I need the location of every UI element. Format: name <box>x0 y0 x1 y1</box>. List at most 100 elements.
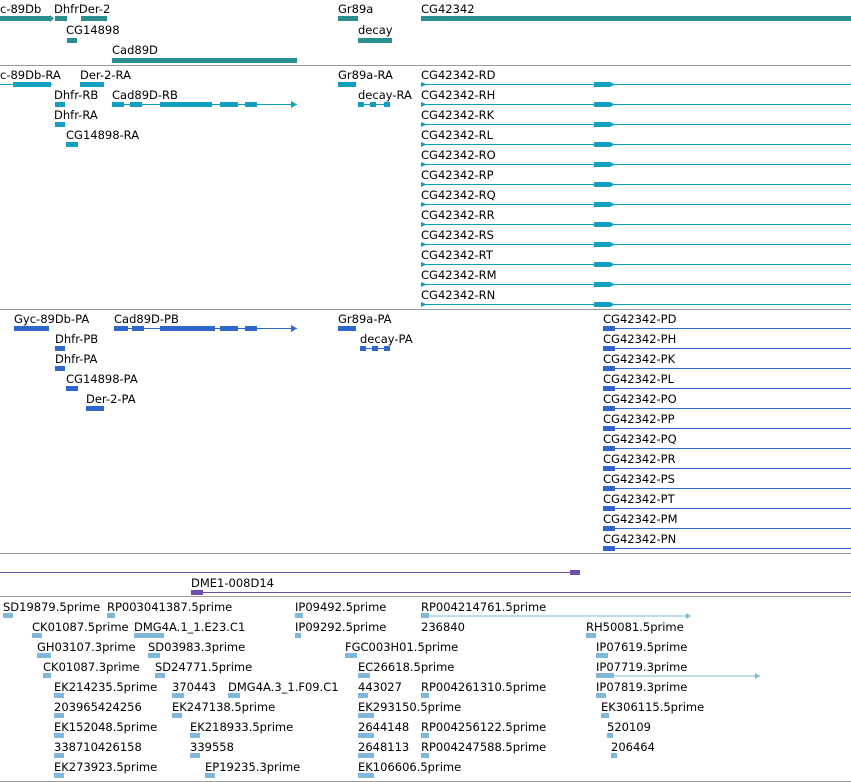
isoform-pa-exon[interactable] <box>603 526 615 531</box>
transcript-label[interactable]: CG42342-PO <box>603 392 677 406</box>
transcript-label[interactable]: Cad89D-RB <box>112 88 178 102</box>
transcript-label[interactable]: Dhfr-PA <box>55 352 97 366</box>
isoform-pa-exon[interactable] <box>603 446 615 451</box>
transcript-label[interactable]: CG42342-PS <box>603 472 675 486</box>
est-label[interactable]: RH50081.5prime <box>586 620 684 634</box>
isoform-pa-exon[interactable] <box>603 546 615 551</box>
gene-bar[interactable] <box>55 16 67 21</box>
gene-label[interactable]: decay <box>358 23 393 37</box>
isoform-ra-exon[interactable] <box>594 122 610 127</box>
est-label[interactable]: IP07719.3prime <box>596 660 687 674</box>
isoform-pa-exon[interactable] <box>603 506 615 511</box>
est-label[interactable]: RP004256122.5prime <box>421 720 546 734</box>
est-label[interactable]: EK306115.5prime <box>601 700 704 714</box>
est-label[interactable]: EK214235.5prime <box>54 680 157 694</box>
est-label[interactable]: EK218933.5prime <box>190 720 293 734</box>
est-label[interactable]: 370443 <box>172 680 216 694</box>
transcript-label[interactable]: CG42342-RD <box>421 68 496 82</box>
isoform-pa-exon[interactable] <box>603 346 615 351</box>
est-label[interactable]: IP09492.5prime <box>295 600 386 614</box>
isoform-ra-exon[interactable] <box>421 142 427 147</box>
transcript-label[interactable]: CG42342-RS <box>421 228 494 242</box>
est-label[interactable]: EK152048.5prime <box>54 720 157 734</box>
isoform-ra-exon[interactable] <box>421 82 427 87</box>
isoform-pa-exon[interactable] <box>603 466 615 471</box>
isoform-ra-exon[interactable] <box>594 142 610 147</box>
est-label[interactable]: 339558 <box>190 740 234 754</box>
isoform-ra-exon[interactable] <box>421 102 427 107</box>
isoform-ra-exon[interactable] <box>610 242 615 247</box>
est-label[interactable]: RP004247588.5prime <box>421 740 546 754</box>
est-label[interactable]: SD24771.5prime <box>155 660 252 674</box>
transcript-label[interactable]: Der-2-PA <box>86 392 136 406</box>
transcript-label[interactable]: c-89Db-RA <box>0 68 61 82</box>
clone-label[interactable]: DME1-008D14 <box>191 576 274 590</box>
transcript-label[interactable]: CG14898-RA <box>66 128 139 142</box>
isoform-ra-exon[interactable] <box>610 262 615 267</box>
transcript-label[interactable]: CG42342-RQ <box>421 188 496 202</box>
est-label[interactable]: FGC003H01.5prime <box>345 640 458 654</box>
est-label[interactable]: EK293150.5prime <box>358 700 461 714</box>
transcript-label[interactable]: CG42342-RO <box>421 148 496 162</box>
isoform-ra-exon[interactable] <box>421 302 427 307</box>
isoform-pa-exon[interactable] <box>603 326 615 331</box>
est-label[interactable]: 338710426158 <box>54 740 142 754</box>
isoform-pa-exon[interactable] <box>603 366 615 371</box>
transcript-label[interactable]: CG42342-RK <box>421 108 494 122</box>
isoform-ra-exon[interactable] <box>594 102 610 107</box>
transcript-label[interactable]: CG14898-PA <box>66 372 138 386</box>
gene-bar[interactable] <box>0 16 50 21</box>
transcript-label[interactable]: CG42342-RT <box>421 248 493 262</box>
gene-bar[interactable] <box>112 58 297 63</box>
transcript-label[interactable]: Gyc-89Db-PA <box>14 312 89 326</box>
isoform-ra-exon[interactable] <box>421 242 427 247</box>
transcript-label[interactable]: CG42342-PM <box>603 512 678 526</box>
isoform-ra-exon[interactable] <box>610 282 615 287</box>
transcript-label[interactable]: Der-2-RA <box>80 68 131 82</box>
isoform-pa-exon[interactable] <box>603 486 615 491</box>
est-label[interactable]: EC26618.5prime <box>358 660 454 674</box>
transcript-label[interactable]: decay-PA <box>360 332 413 346</box>
est-label[interactable]: 203965424256 <box>54 700 142 714</box>
transcript-label[interactable]: CG42342-PL <box>603 372 674 386</box>
isoform-ra-exon[interactable] <box>610 82 615 87</box>
isoform-ra-exon[interactable] <box>594 282 610 287</box>
isoform-ra-exon[interactable] <box>610 302 615 307</box>
est-label[interactable]: DMG4A.1_1.E23.C1 <box>134 620 245 634</box>
isoform-ra-exon[interactable] <box>421 282 427 287</box>
est-label[interactable]: 236840 <box>421 620 465 634</box>
isoform-ra-exon[interactable] <box>421 182 427 187</box>
est-label[interactable]: 2644148 <box>358 720 409 734</box>
isoform-ra-exon[interactable] <box>421 122 427 127</box>
transcript-label[interactable]: CG42342-PK <box>603 352 675 366</box>
isoform-ra-exon[interactable] <box>421 222 427 227</box>
transcript-label[interactable]: Gr89a-RA <box>338 68 393 82</box>
transcript-label[interactable]: CG42342-RM <box>421 268 497 282</box>
est-label[interactable]: CK01087.5prime <box>32 620 129 634</box>
transcript-label[interactable]: Cad89D-PB <box>114 312 179 326</box>
gene-label[interactable]: Gr89a <box>338 2 373 16</box>
est-label[interactable]: 443027 <box>358 680 402 694</box>
isoform-pa-exon[interactable] <box>603 426 615 431</box>
est-label[interactable]: EP19235.3prime <box>205 760 300 774</box>
gene-bar[interactable] <box>338 16 358 21</box>
est-label[interactable]: RP004214761.5prime <box>421 600 546 614</box>
est-label[interactable]: GH03107.3prime <box>37 640 136 654</box>
isoform-ra-exon[interactable] <box>594 222 610 227</box>
gene-label[interactable]: CG42342 <box>421 2 475 16</box>
isoform-ra-exon[interactable] <box>594 162 610 167</box>
isoform-ra-exon[interactable] <box>594 82 610 87</box>
est-label[interactable]: IP07619.5prime <box>596 640 687 654</box>
isoform-pa-exon[interactable] <box>603 386 615 391</box>
gene-bar[interactable] <box>358 38 392 43</box>
isoform-ra-exon[interactable] <box>421 262 427 267</box>
isoform-ra-exon[interactable] <box>594 262 610 267</box>
gene-label[interactable]: Cad89D <box>112 43 158 57</box>
transcript-label[interactable]: CG42342-PT <box>603 492 675 506</box>
transcript-label[interactable]: CG42342-RR <box>421 208 495 222</box>
transcript-label[interactable]: Dhfr-RB <box>54 88 98 102</box>
isoform-ra-exon[interactable] <box>421 202 427 207</box>
est-label[interactable]: EK106606.5prime <box>358 760 461 774</box>
isoform-ra-exon[interactable] <box>610 202 615 207</box>
gene-bar[interactable] <box>421 16 851 21</box>
